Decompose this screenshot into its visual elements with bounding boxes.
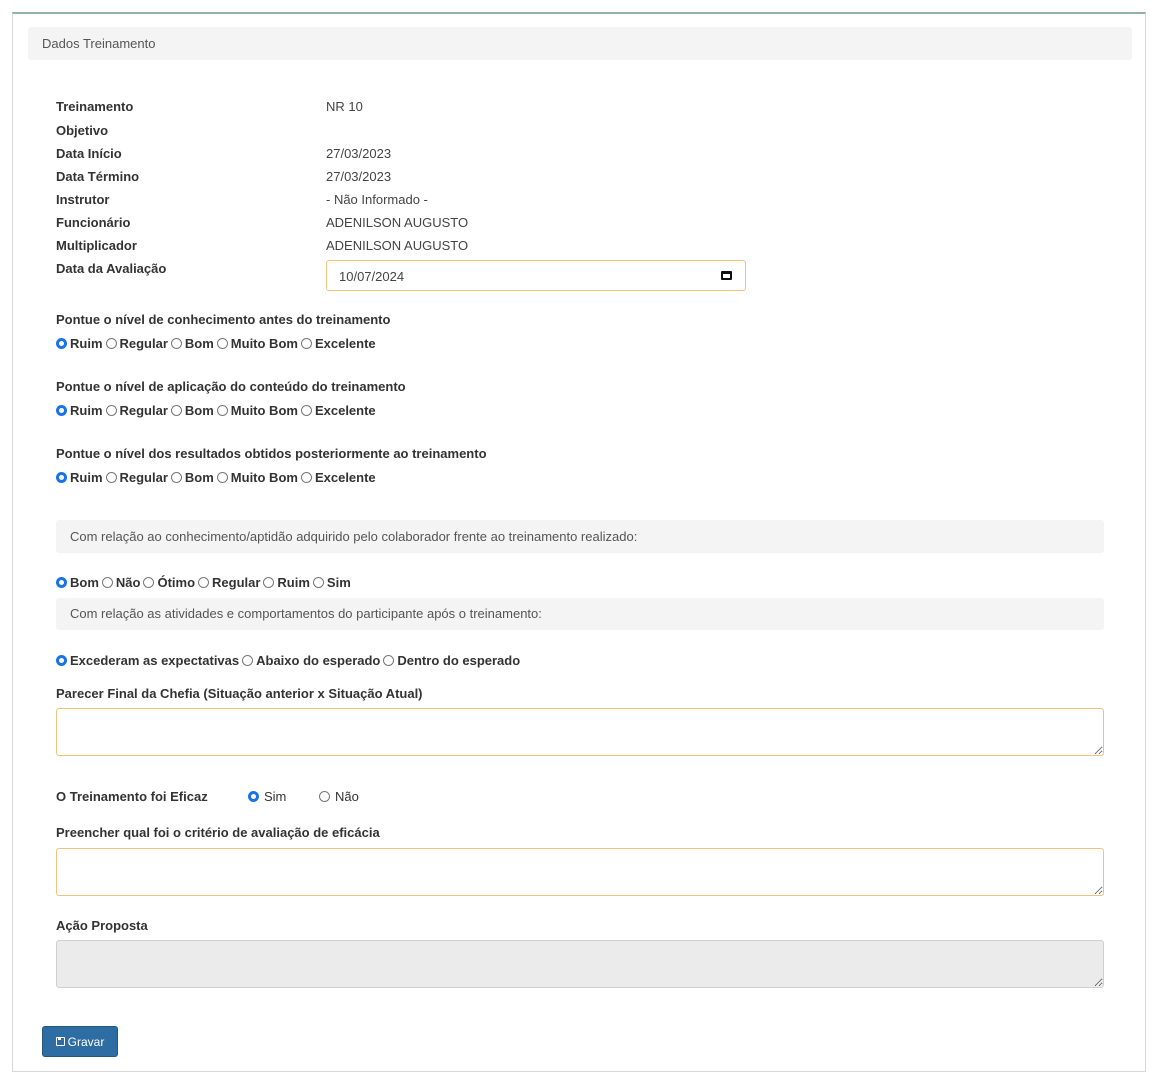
radio-icon[interactable] [263,577,275,588]
acao-proposta-label: Ação Proposta [56,918,148,933]
radio-option-muito-bom[interactable]: Muito Bom [216,336,298,351]
label-multiplicador: Multiplicador [56,238,137,253]
radio-icon[interactable] [105,338,117,349]
floppy-disk-icon [55,1037,65,1046]
value-data-inicio: 27/03/2023 [326,146,392,161]
radio-icon[interactable] [105,472,117,483]
radio-option-muito-bom[interactable]: Muito Bom [216,470,298,485]
radio-icon[interactable] [319,791,330,802]
label-instrutor: Instrutor [56,192,110,207]
radio-option-regular[interactable]: Regular [105,470,168,485]
radio-option-bom[interactable]: Bom [56,575,99,590]
value-multiplicador: ADENILSON AUGUSTO [326,238,469,253]
radio-option-ruim[interactable]: Ruim [263,575,310,590]
radio-option-bom[interactable]: Bom [170,336,214,351]
eficaz-label: O Treinamento foi Eficaz [56,789,208,804]
question-conhecimento-antes: Pontue o nível de conhecimento antes do … [56,312,391,327]
radio-option-excelente[interactable]: Excelente [300,403,376,418]
label-data-inicio: Data Início [56,146,122,161]
evaluation-date-input[interactable]: 10/07/2024 [326,260,746,291]
radio-icon[interactable] [170,472,182,483]
radio-icon[interactable] [170,405,182,416]
radio-checked-icon[interactable] [56,577,67,588]
radio-option-otimo[interactable]: Ótimo [143,575,195,590]
radio-icon[interactable] [300,405,312,416]
label-funcionario: Funcionário [56,215,131,230]
radio-icon[interactable] [300,338,312,349]
value-treinamento: NR 10 [326,99,363,114]
label-data-termino: Data Término [56,169,140,184]
radio-checked-icon[interactable] [56,405,67,416]
radio-option-abaixo[interactable]: Abaixo do esperado [242,653,380,668]
radio-group-resultados-obtidos: Ruim Regular Bom Muito Bom Excelente [56,470,379,485]
label-treinamento: Treinamento [56,99,134,114]
evaluation-date-value: 10/07/2024 [339,269,405,284]
radio-group-aplicacao-conteudo: Ruim Regular Bom Muito Bom Excelente [56,403,379,418]
radio-icon[interactable] [105,405,117,416]
radio-icon[interactable] [216,405,228,416]
save-button[interactable]: Gravar [42,1026,118,1057]
radio-group-behavior: Excederam as expectativas Abaixo do espe… [56,653,523,668]
radio-option-excelente[interactable]: Excelente [300,470,376,485]
radio-icon[interactable] [198,577,210,588]
eficaz-option-nao[interactable]: Não [319,789,359,804]
radio-icon[interactable] [312,577,324,588]
radio-option-regular[interactable]: Regular [198,575,260,590]
behavior-note: Com relação as atividades e comportament… [56,598,1104,630]
radio-checked-icon[interactable] [56,338,67,349]
radio-option-bom[interactable]: Bom [170,403,214,418]
radio-option-bom[interactable]: Bom [170,470,214,485]
radio-icon[interactable] [216,338,228,349]
panel-title: Dados Treinamento [28,27,1132,60]
parecer-label: Parecer Final da Chefia (Situação anteri… [56,686,423,701]
radio-icon[interactable] [101,577,113,588]
radio-option-nao[interactable]: Não [101,575,140,590]
question-resultados-obtidos: Pontue o nível dos resultados obtidos po… [56,446,487,461]
radio-checked-icon[interactable] [56,472,67,483]
acao-proposta-textarea [56,940,1104,988]
radio-icon[interactable] [242,655,254,666]
radio-icon[interactable] [143,577,155,588]
radio-icon[interactable] [383,655,395,666]
radio-option-dentro[interactable]: Dentro do esperado [383,653,520,668]
radio-option-ruim[interactable]: Ruim [56,403,103,418]
radio-icon[interactable] [300,472,312,483]
label-data-avaliacao: Data da Avaliação [56,261,167,276]
radio-option-ruim[interactable]: Ruim [56,470,103,485]
radio-group-knowledge: Bom Não Ótimo Regular Ruim Sim [56,575,354,590]
eficaz-option-sim[interactable]: Sim [248,789,286,804]
criterio-textarea[interactable] [56,848,1104,896]
calendar-icon[interactable] [721,271,732,280]
knowledge-note: Com relação ao conhecimento/aptidão adqu… [56,520,1104,553]
label-objetivo: Objetivo [56,123,109,138]
value-funcionario: ADENILSON AUGUSTO [326,215,469,230]
radio-checked-icon[interactable] [248,791,259,802]
value-instrutor: - Não Informado - [326,192,428,207]
criterio-label: Preencher qual foi o critério de avaliaç… [56,825,380,840]
radio-option-ruim[interactable]: Ruim [56,336,103,351]
question-aplicacao-conteudo: Pontue o nível de aplicação do conteúdo … [56,379,406,394]
radio-option-sim[interactable]: Sim [312,575,351,590]
parecer-textarea[interactable] [56,708,1104,756]
value-data-termino: 27/03/2023 [326,169,392,184]
radio-icon[interactable] [216,472,228,483]
save-button-label: Gravar [67,1034,105,1049]
radio-option-regular[interactable]: Regular [105,336,168,351]
radio-option-muito-bom[interactable]: Muito Bom [216,403,298,418]
radio-option-regular[interactable]: Regular [105,403,168,418]
radio-checked-icon[interactable] [56,655,67,666]
radio-option-excederam[interactable]: Excederam as expectativas [56,653,239,668]
radio-icon[interactable] [170,338,182,349]
radio-group-conhecimento-antes: Ruim Regular Bom Muito Bom Excelente [56,336,379,351]
radio-option-excelente[interactable]: Excelente [300,336,376,351]
